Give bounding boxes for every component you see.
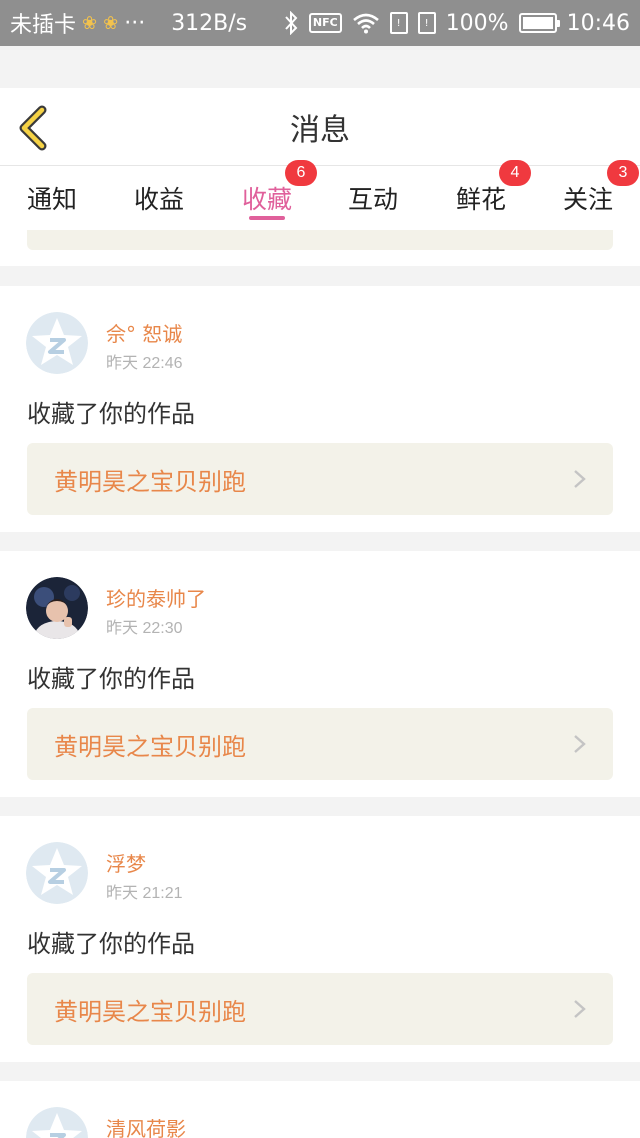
tab-flowers[interactable]: 鲜花 4 (445, 160, 531, 230)
default-star-avatar-icon (26, 842, 88, 904)
work-link[interactable]: 黄明昊之宝贝别跑 (27, 708, 613, 780)
notification-icon: ❀ (82, 12, 98, 34)
tab-label: 互动 (347, 185, 398, 214)
avatar[interactable] (26, 1107, 88, 1138)
tab-label: 收益 (133, 185, 184, 214)
list-item: 清风荷影 (0, 1081, 640, 1138)
page-title: 消息 (290, 112, 350, 148)
list-item: 珍的泰帅了 昨天 22:30 收藏了你的作品 黄明昊之宝贝别跑 (0, 551, 640, 797)
avatar[interactable] (26, 577, 88, 639)
work-title: 黄明昊之宝贝别跑 (54, 732, 246, 761)
action-text: 收藏了你的作品 (27, 665, 195, 693)
chevron-left-icon (19, 105, 47, 151)
work-link[interactable]: 黄明昊之宝贝别跑 (27, 973, 613, 1045)
action-text: 收藏了你的作品 (27, 930, 195, 958)
tab-notifications[interactable]: 通知 (16, 166, 88, 230)
tab-interactions[interactable]: 互动 (337, 166, 409, 230)
list-item: 佘° 恕诚 昨天 22:46 收藏了你的作品 黄明昊之宝贝别跑 (0, 286, 640, 532)
chevron-right-icon (574, 470, 586, 488)
navigation-bar: 消息 (0, 88, 640, 166)
list-item-partial (0, 230, 640, 266)
notification-icon: ❀ (103, 12, 119, 34)
timestamp: 昨天 21:21 (106, 885, 183, 902)
default-star-avatar-icon (26, 1107, 88, 1138)
timestamp: 昨天 22:46 (106, 355, 183, 372)
username[interactable]: 佘° 恕诚 (106, 318, 182, 347)
back-button[interactable] (14, 104, 54, 152)
timestamp: 昨天 22:30 (106, 620, 183, 637)
active-tab-indicator (249, 216, 285, 220)
battery-icon (518, 13, 560, 33)
tab-follows[interactable]: 关注 3 (552, 160, 639, 230)
tab-label: 鲜花 (455, 185, 506, 214)
more-notifications-icon: ··· (124, 10, 146, 36)
clock: 10:46 (566, 10, 630, 36)
chevron-right-icon (574, 1000, 586, 1018)
avatar[interactable] (26, 842, 88, 904)
tab-bar: 通知 收益 收藏 6 互动 鲜花 4 关注 3 (0, 160, 640, 230)
default-star-avatar-icon (26, 312, 88, 374)
photo-avatar-icon (26, 577, 88, 639)
tab-label: 收藏 (241, 185, 292, 214)
work-title: 黄明昊之宝贝别跑 (54, 467, 246, 496)
chevron-right-icon (574, 735, 586, 753)
sim-slot-1-icon: ! (389, 12, 408, 34)
nfc-icon: NFC (308, 13, 342, 33)
username[interactable]: 清风荷影 (106, 1113, 186, 1138)
action-text: 收藏了你的作品 (27, 400, 195, 428)
username[interactable]: 浮梦 (106, 848, 146, 877)
work-title: 黄明昊之宝贝别跑 (54, 997, 246, 1026)
tab-earnings[interactable]: 收益 (123, 166, 195, 230)
sim-slot-2-icon: ! (417, 12, 436, 34)
battery-percent: 100% (445, 10, 509, 36)
carrier-label: 未插卡 (10, 13, 77, 38)
unread-badge: 4 (499, 160, 531, 186)
unread-badge: 3 (607, 160, 639, 186)
username[interactable]: 珍的泰帅了 (106, 583, 206, 612)
net-speed: 312B/s (171, 10, 248, 36)
tab-favorites[interactable]: 收藏 6 (231, 160, 317, 230)
list-item: 浮梦 昨天 21:21 收藏了你的作品 黄明昊之宝贝别跑 (0, 816, 640, 1062)
work-link[interactable]: 黄明昊之宝贝别跑 (27, 443, 613, 515)
avatar[interactable] (26, 312, 88, 374)
work-link-partial[interactable] (27, 230, 613, 250)
unread-badge: 6 (285, 160, 317, 186)
bluetooth-icon (283, 11, 299, 35)
tab-label: 通知 (26, 185, 77, 214)
status-bar: 未插卡 ❀ ❀ ··· 312B/s NFC ! ! 100% 10:46 (0, 0, 640, 46)
wifi-icon (352, 12, 380, 34)
tab-label: 关注 (562, 185, 613, 214)
